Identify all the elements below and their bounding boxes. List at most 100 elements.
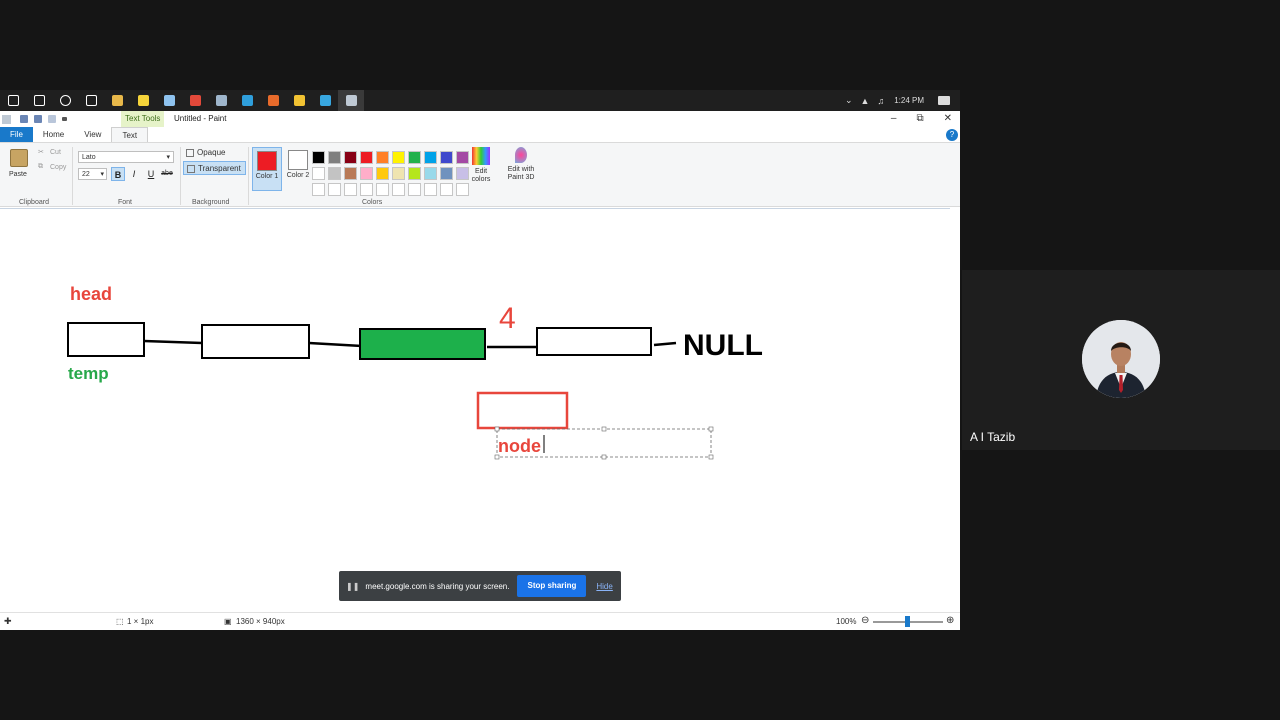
link-line	[308, 341, 363, 348]
tab-text[interactable]: Text	[111, 127, 149, 142]
palette-color-16[interactable]	[392, 167, 405, 180]
palette-color-27[interactable]	[408, 183, 421, 196]
color2-swatch	[288, 150, 308, 170]
palette-color-22[interactable]	[328, 183, 341, 196]
palette-color-15[interactable]	[376, 167, 389, 180]
palette-color-7[interactable]	[408, 151, 421, 164]
zoom-in-icon[interactable]: ⊕	[946, 615, 954, 626]
palette-color-30[interactable]	[456, 183, 469, 196]
cut-button[interactable]: Cut	[50, 149, 61, 156]
underline-button[interactable]: U	[144, 167, 158, 181]
copy-button[interactable]: Copy	[50, 164, 66, 171]
stop-sharing-button[interactable]: Stop sharing	[517, 575, 587, 597]
ribbon: Paste ✂ Cut ⧉ Copy Clipboard Lato ▾ 22 ▾ B…	[0, 143, 960, 207]
minimize-icon[interactable]: –	[891, 111, 897, 127]
window-controls: – ⧉ ✕	[891, 111, 952, 127]
edit-colors-button[interactable]: Edit colors	[468, 147, 494, 184]
palette-color-26[interactable]	[392, 183, 405, 196]
group-divider	[72, 147, 73, 205]
palette-color-14[interactable]	[360, 167, 373, 180]
file-explorer-icon[interactable]	[104, 90, 130, 111]
undo-icon[interactable]	[34, 115, 42, 123]
resize-handle[interactable]	[708, 454, 714, 460]
notification-icon[interactable]	[938, 96, 950, 105]
tray-chevron-icon[interactable]: ⌄	[845, 95, 853, 106]
edge-2-icon[interactable]	[312, 90, 338, 111]
tab-home[interactable]: Home	[33, 127, 74, 142]
paint-icon[interactable]	[338, 90, 364, 111]
palette-color-23[interactable]	[344, 183, 357, 196]
palette-color-2[interactable]	[328, 151, 341, 164]
edge-icon[interactable]	[234, 90, 260, 111]
palette-color-29[interactable]	[440, 183, 453, 196]
zoom-out-icon[interactable]: ⊖	[861, 615, 869, 626]
node-text[interactable]: node	[498, 436, 541, 456]
palette-color-25[interactable]	[376, 183, 389, 196]
chrome-icon[interactable]	[182, 90, 208, 111]
palette-color-6[interactable]	[392, 151, 405, 164]
chrome-2-icon[interactable]	[286, 90, 312, 111]
palette-color-8[interactable]	[424, 151, 437, 164]
office-icon[interactable]	[260, 90, 286, 111]
palette-color-3[interactable]	[344, 151, 357, 164]
copy-icon[interactable]: ⧉	[38, 163, 43, 171]
hide-link[interactable]: Hide	[596, 582, 612, 591]
edit-paint3d-button[interactable]: Edit with Paint 3D	[502, 147, 540, 182]
resize-handle[interactable]	[601, 454, 607, 460]
palette-color-17[interactable]	[408, 167, 421, 180]
resize-handle[interactable]	[494, 426, 500, 432]
palette-color-18[interactable]	[424, 167, 437, 180]
palette-color-19[interactable]	[440, 167, 453, 180]
chrome-icon-glyph	[189, 95, 201, 106]
search-icon[interactable]	[26, 90, 52, 111]
palette-color-24[interactable]	[360, 183, 373, 196]
zoom-slider-thumb[interactable]	[905, 616, 910, 627]
help-icon[interactable]: ?	[946, 129, 958, 141]
task-view-icon[interactable]	[78, 90, 104, 111]
start-icon[interactable]	[0, 90, 26, 111]
cut-icon[interactable]: ✂	[38, 148, 44, 156]
palette-color-28[interactable]	[424, 183, 437, 196]
transparent-icon	[187, 165, 195, 173]
transparent-option[interactable]: Transparent	[183, 161, 246, 175]
document-icon[interactable]	[208, 90, 234, 111]
palette-color-12[interactable]	[328, 167, 341, 180]
cortana-icon[interactable]	[52, 90, 78, 111]
null-label: NULL	[683, 329, 763, 362]
network-icon[interactable]: ▲	[861, 96, 870, 106]
volume-icon[interactable]: ♫	[877, 96, 884, 106]
tab-view[interactable]: View	[74, 127, 111, 142]
paste-icon[interactable]	[10, 149, 28, 167]
strikethrough-button[interactable]: abe	[160, 167, 174, 181]
font-size-select[interactable]: 22 ▾	[78, 168, 107, 180]
restore-icon[interactable]: ⧉	[916, 111, 923, 127]
palette-color-9[interactable]	[440, 151, 453, 164]
close-icon[interactable]: ✕	[944, 111, 952, 127]
color2-button[interactable]: Color 2	[283, 147, 313, 191]
color1-button[interactable]: Color 1	[252, 147, 282, 191]
notepad-icon[interactable]	[156, 90, 182, 111]
resize-handle[interactable]	[708, 426, 714, 432]
redo-icon[interactable]	[48, 115, 56, 123]
notepad-icon-glyph	[163, 95, 175, 106]
color2-label: Color 2	[286, 172, 310, 179]
palette-color-1[interactable]	[312, 151, 325, 164]
clock[interactable]: 1:24 PM	[894, 96, 924, 105]
palette-color-5[interactable]	[376, 151, 389, 164]
sticky-notes-icon[interactable]	[130, 90, 156, 111]
font-family-select[interactable]: Lato ▾	[78, 151, 174, 163]
linked-list-drawing[interactable]: head 4 NULL temp node	[0, 209, 960, 612]
resize-handle[interactable]	[601, 426, 607, 432]
italic-button[interactable]: I	[127, 167, 141, 181]
tab-file[interactable]: File	[0, 127, 33, 142]
palette-color-11[interactable]	[312, 167, 325, 180]
palette-color-13[interactable]	[344, 167, 357, 180]
palette-color-21[interactable]	[312, 183, 325, 196]
opaque-option[interactable]: Opaque	[183, 146, 229, 160]
bold-button[interactable]: B	[111, 167, 125, 181]
palette-color-4[interactable]	[360, 151, 373, 164]
paste-button[interactable]: Paste	[9, 171, 27, 178]
save-icon[interactable]	[20, 115, 28, 123]
customize-chevron-icon[interactable]	[62, 117, 67, 121]
canvas-size-icon: ▣	[224, 617, 232, 626]
